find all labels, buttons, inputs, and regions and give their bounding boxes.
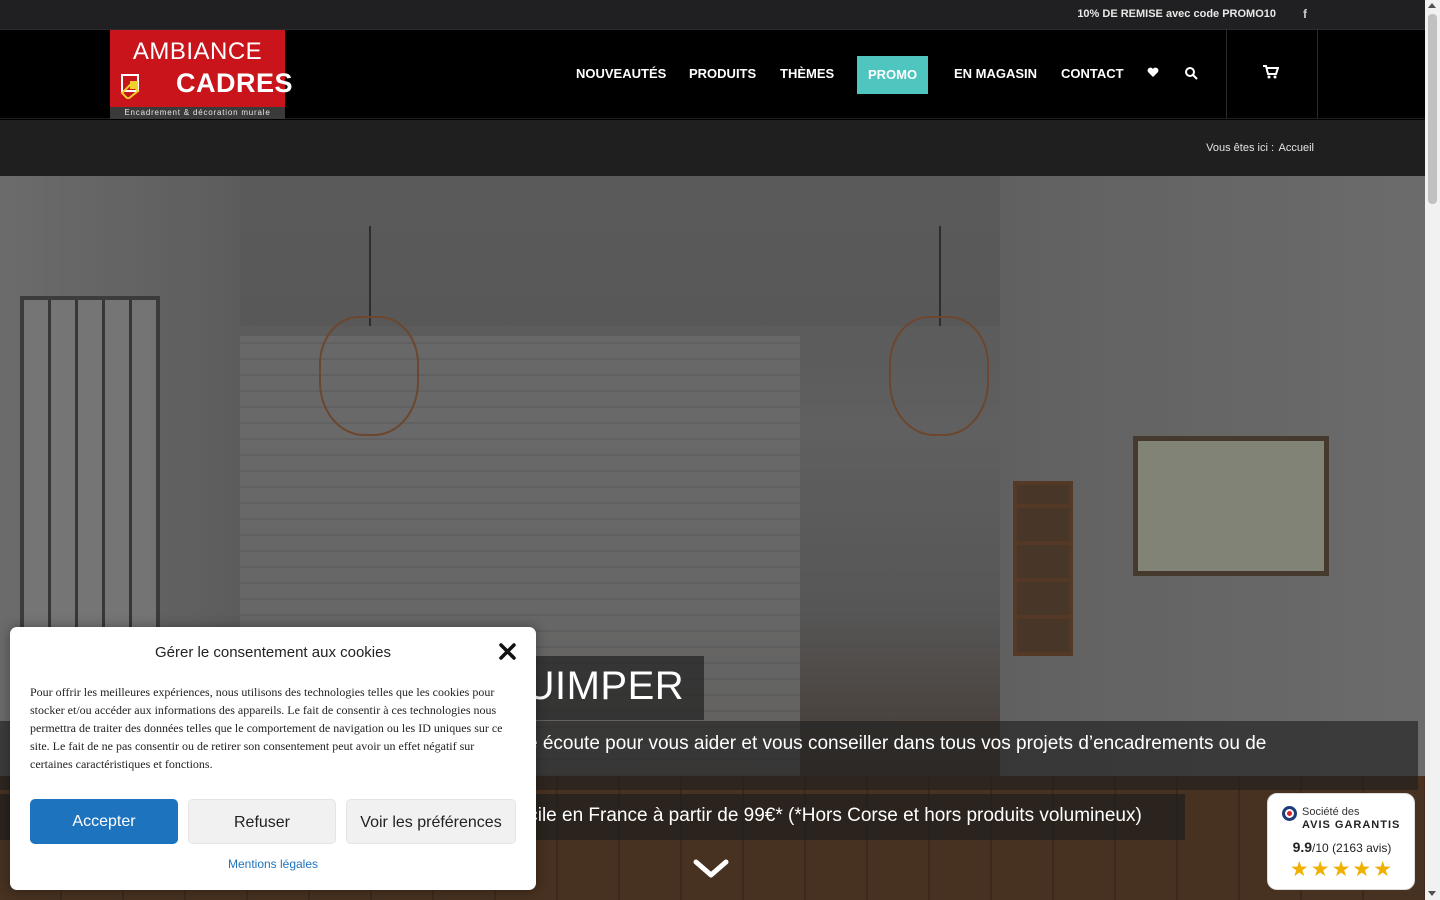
site-logo[interactable]: AMBIANCE CADRES Encadrement & décoration… — [110, 30, 293, 119]
reviews-score: 9.9/10 (2163 avis) — [1268, 839, 1416, 855]
search-icon[interactable] — [1185, 67, 1198, 83]
facebook-icon[interactable]: f — [1303, 7, 1307, 21]
page-scrollbar[interactable] — [1425, 0, 1440, 900]
logo-mark-icon — [120, 74, 140, 99]
nav-item-promo[interactable]: PROMO — [857, 56, 928, 94]
nav-item-themes[interactable]: THÈMES — [780, 66, 834, 81]
breadcrumb-home-link[interactable]: Accueil — [1279, 142, 1314, 154]
scroll-up-arrow-icon[interactable] — [1428, 3, 1436, 8]
cookie-dialog-title: Gérer le consentement aux cookies — [155, 644, 391, 661]
scroll-down-arrow-icon[interactable] — [1428, 891, 1436, 896]
reviews-score-value: 9.9 — [1292, 839, 1313, 855]
nav-item-produits[interactable]: PRODUITS — [689, 66, 756, 81]
nav-item-nouveautes[interactable]: NOUVEAUTÉS — [576, 66, 666, 81]
nav-item-contact[interactable]: CONTACT — [1061, 66, 1124, 81]
hero-subtitle-1: e écoute pour vous aider et vous conseil… — [527, 733, 1267, 754]
cart-button[interactable] — [1226, 30, 1318, 119]
promo-banner-text: 10% DE REMISE avec code PROMO10 — [1077, 8, 1276, 20]
nav-item-en-magasin[interactable]: EN MAGASIN — [954, 66, 1037, 81]
refuse-button[interactable]: Refuser — [188, 799, 336, 844]
top-bar: 10% DE REMISE avec code PROMO10 f — [0, 0, 1425, 30]
logo-line2: CADRES — [176, 68, 294, 98]
legal-notice-link[interactable]: Mentions légales — [10, 857, 536, 871]
reviews-count: (2163 avis) — [1332, 841, 1392, 855]
breadcrumb-label: Vous êtes ici : — [1206, 142, 1274, 154]
hero-subtitle-2: icile en France à partir de 99€* (*Hors … — [524, 805, 1142, 826]
scrollbar-thumb[interactable] — [1428, 14, 1437, 204]
scroll-down-chevron-icon[interactable] — [693, 856, 729, 880]
cookie-consent-dialog: Gérer le consentement aux cookies Pour o… — [10, 627, 536, 890]
cart-icon — [1263, 65, 1280, 83]
hero-title-box: QUIMPER — [494, 656, 704, 720]
breadcrumb: Vous êtes ici : Accueil — [0, 120, 1425, 176]
reviews-score-scale: /10 — [1312, 841, 1329, 855]
logo-line1: AMBIANCE — [132, 38, 263, 65]
reviews-brand: AVIS GARANTIS — [1302, 819, 1401, 831]
site-header: AMBIANCE CADRES Encadrement & décoration… — [0, 30, 1425, 119]
heart-icon[interactable] — [1147, 67, 1159, 81]
preferences-button[interactable]: Voir les préférences — [346, 799, 516, 844]
cookie-dialog-text: Pour offrir les meilleures expériences, … — [30, 685, 503, 771]
reviews-stars-icon: ★★★★★ — [1289, 858, 1395, 881]
logo-tagline: Encadrement & décoration murale — [110, 107, 285, 119]
accept-button[interactable]: Accepter — [30, 799, 178, 844]
avis-garantis-logo-icon — [1282, 806, 1297, 821]
close-icon[interactable] — [499, 643, 516, 663]
reviews-widget[interactable]: Société des AVIS GARANTIS 9.9/10 (2163 a… — [1267, 793, 1415, 890]
reviews-society-label: Société des — [1302, 806, 1360, 818]
